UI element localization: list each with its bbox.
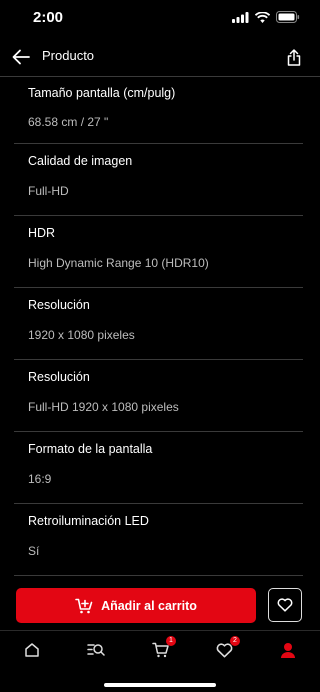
spec-label: Calidad de imagen [28,154,133,168]
spec-value: 68.58 cm / 27 " [28,115,109,129]
spec-label: Tamaño pantalla (cm/pulg) [28,86,176,100]
spec-row-aspect-ratio: Formato de la pantalla 16:9 [14,432,303,504]
arrow-left-icon [12,49,30,65]
tab-cart[interactable]: 1 [150,636,176,660]
spec-label: Formato de la pantalla [28,442,153,456]
spec-label: Resolución [28,298,90,312]
spec-row-hdr: HDR High Dynamic Range 10 (HDR10) [14,216,303,288]
tab-wishlist[interactable]: 2 [214,636,240,660]
home-indicator [104,683,216,687]
spec-row-screen-size: Tamaño pantalla (cm/pulg) 68.58 cm / 27 … [14,77,303,144]
tab-bar: 1 2 [0,630,320,665]
share-icon [287,48,301,66]
spec-label: Retroiluminación LED [28,514,149,528]
spec-value: Sí [28,544,40,558]
tab-home[interactable] [22,640,42,660]
heart-outline-icon [277,598,293,612]
wishlist-count-badge: 2 [230,636,240,646]
cart-plus-icon [75,598,93,613]
status-time: 2:00 [33,9,64,26]
spec-value: 1920 x 1080 pixeles [28,328,135,342]
spec-row-resolution-full: Resolución Full-HD 1920 x 1080 pixeles [14,360,303,432]
spec-row-led-backlight: Retroiluminación LED Sí [14,504,303,576]
spec-row-resolution: Resolución 1920 x 1080 pixeles [14,288,303,360]
app-header: Producto [0,38,320,77]
add-to-cart-button[interactable]: Añadir al carrito [16,588,256,623]
battery-icon [276,11,300,23]
home-icon [25,643,39,657]
spec-value: Full-HD 1920 x 1080 pixeles [28,400,179,414]
tab-search[interactable] [86,640,106,660]
spec-label: HDR [28,226,56,240]
signal-icon [232,11,249,23]
spec-value: Full-HD [28,184,69,198]
account-icon [281,642,295,658]
spec-row-image-quality: Calidad de imagen Full-HD [14,144,303,216]
cart-count-badge: 1 [166,636,176,646]
search-list-icon [87,644,105,656]
status-bar: 2:00 [0,0,320,36]
wifi-icon [255,11,270,23]
heart-icon [216,642,232,657]
add-to-cart-label: Añadir al carrito [101,598,197,613]
spec-list: Tamaño pantalla (cm/pulg) 68.58 cm / 27 … [0,77,320,576]
status-icons [232,11,300,23]
bottom-action-bar: Añadir al carrito 1 2 [0,578,320,692]
add-to-wishlist-button[interactable] [268,588,302,622]
cart-icon [151,642,169,658]
tab-account[interactable] [278,640,298,660]
spec-value: High Dynamic Range 10 (HDR10) [28,256,209,270]
spec-value: 16:9 [28,472,52,486]
spec-label: Resolución [28,370,90,384]
share-button[interactable] [284,46,304,68]
page-title: Producto [42,48,95,63]
back-button[interactable] [10,46,32,68]
